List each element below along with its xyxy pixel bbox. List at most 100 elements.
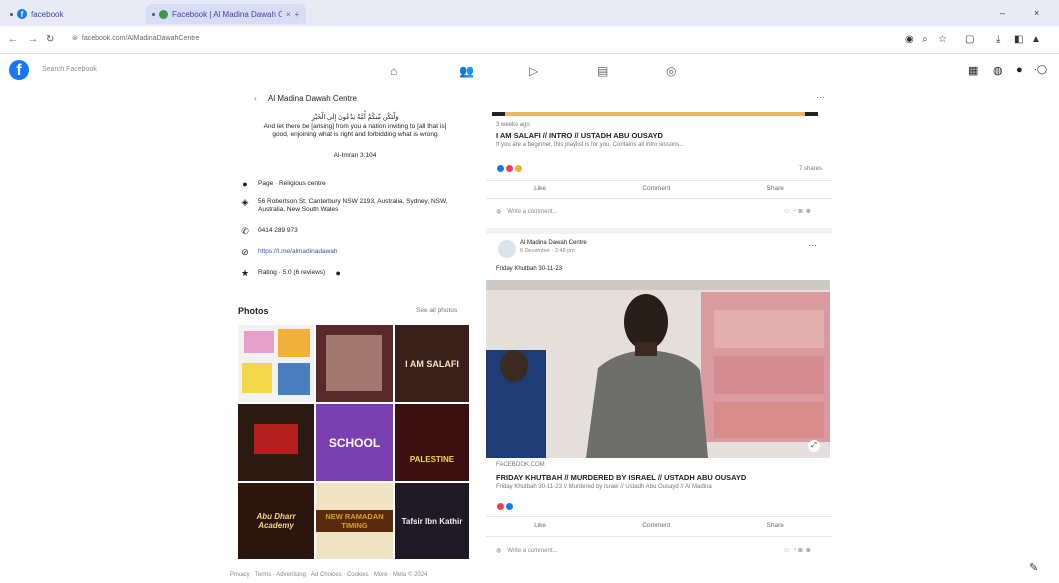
photo-tile[interactable]: NEW RAMADAN TIMING bbox=[316, 483, 393, 559]
comment-placeholder: Write a comment... bbox=[507, 547, 558, 554]
tab-label: Facebook | Al Madina Dawah Centre bbox=[172, 9, 282, 19]
post1-comment-box[interactable]: ◍ Write a comment... bbox=[496, 208, 558, 216]
divider bbox=[486, 198, 832, 199]
new-message-icon[interactable]: ✎ bbox=[1029, 561, 1038, 574]
photo-block bbox=[326, 335, 382, 391]
post2-source: FACEBOOK.COM bbox=[496, 462, 545, 468]
care-reaction-icon bbox=[514, 164, 523, 173]
phone-icon: ✆ bbox=[241, 226, 249, 236]
photo-block bbox=[278, 363, 310, 395]
rating-text: Rating · 5.0 (6 reviews) bbox=[258, 269, 326, 276]
browser-tab-strip: f facebook Facebook | Al Madina Dawah Ce… bbox=[0, 0, 1059, 26]
post2-like-button[interactable]: Like bbox=[534, 522, 546, 529]
post2-share-button[interactable]: Share bbox=[767, 522, 784, 529]
comment-emoji-icons[interactable]: ☺◔◙☻ bbox=[783, 208, 814, 215]
post2-more-icon[interactable]: ··· bbox=[808, 240, 817, 250]
page-avatar[interactable] bbox=[498, 240, 516, 258]
photo-tile[interactable]: SCHOOL bbox=[316, 404, 393, 481]
photo-grid: I AM SALAFI SCHOOL PALESTINE Abu Dharr A… bbox=[238, 325, 469, 559]
facebook-logo-letter: f bbox=[16, 62, 22, 79]
post2-photo[interactable]: ⤢ bbox=[486, 280, 830, 458]
post2-reactions[interactable] bbox=[496, 502, 514, 511]
account-icon[interactable]: ·◯ bbox=[1034, 64, 1047, 75]
facebook-favicon-icon: f bbox=[17, 9, 27, 19]
new-tab-button[interactable]: + bbox=[295, 10, 300, 19]
url-field[interactable]: ⊜ facebook.com/AlMadinaDawahCentre bbox=[72, 34, 200, 43]
photo-tile[interactable]: Tafsir Ibn Kathir bbox=[395, 483, 469, 559]
photo-tile[interactable] bbox=[316, 325, 393, 402]
address-bar-row: ← → ↻ ⊜ facebook.com/AlMadinaDawahCentre… bbox=[0, 26, 1059, 54]
extensions-icon[interactable]: ◧ bbox=[1014, 34, 1023, 45]
info-page-type: ● Page · Religious centre bbox=[240, 179, 325, 189]
minimize-button[interactable]: – bbox=[1000, 8, 1005, 18]
close-window-button[interactable]: × bbox=[1034, 8, 1039, 18]
user-avatar-icon: ◍ bbox=[496, 209, 502, 215]
info-address: ◈ 56 Robertson St, Canterbury NSW 2193, … bbox=[240, 198, 470, 214]
photo-tile[interactable]: PALESTINE bbox=[395, 404, 469, 481]
post1-share-button[interactable]: Share bbox=[767, 185, 784, 192]
link-preview-banner bbox=[492, 112, 818, 116]
post2-comment-box[interactable]: ◍ Write a comment... bbox=[496, 547, 558, 555]
profile-icon[interactable]: ▲ bbox=[1031, 34, 1041, 45]
google-lens-icon[interactable]: ◉ bbox=[905, 34, 914, 45]
photo-tile[interactable]: Abu Dharr Academy bbox=[238, 483, 314, 559]
post1-share-count[interactable]: 7 shares bbox=[799, 166, 822, 172]
url-text: facebook.com/AlMadinaDawahCentre bbox=[81, 34, 200, 42]
post-more-icon[interactable]: ··· bbox=[816, 92, 825, 102]
browser-tab-active[interactable]: Facebook | Al Madina Dawah Centre × + bbox=[146, 4, 306, 24]
location-pin-icon: ◈ bbox=[241, 197, 249, 207]
back-arrow-icon[interactable]: ← bbox=[8, 34, 18, 45]
post1-like-button[interactable]: Like bbox=[534, 185, 546, 192]
marketplace-icon[interactable]: ▤ bbox=[597, 64, 608, 78]
photo-tile[interactable] bbox=[238, 325, 314, 402]
website-link[interactable]: https://t.me/almadinadawah bbox=[258, 248, 338, 256]
info-icon: ● bbox=[242, 179, 248, 189]
page-intro-column: ‹ Al Madina Dawah Centre وَلْتَكُن مِّنك… bbox=[230, 88, 480, 583]
browser-tab-facebook[interactable]: f facebook bbox=[4, 4, 134, 24]
site-info-icon[interactable]: ⊜ bbox=[72, 34, 78, 42]
facebook-search-input[interactable]: Search Facebook bbox=[42, 66, 97, 73]
photo-tile-text: Abu Dharr Academy bbox=[256, 512, 296, 530]
tab-search-icon[interactable]: ▢ bbox=[965, 34, 974, 45]
facebook-logo-icon[interactable]: f bbox=[9, 60, 29, 80]
watch-icon[interactable]: ▷ bbox=[529, 64, 538, 78]
expand-icon[interactable]: ⤢ bbox=[808, 440, 820, 452]
messenger-icon[interactable]: ◍ bbox=[993, 64, 1003, 77]
collapse-chevron-icon[interactable]: ‹ bbox=[254, 94, 257, 103]
tab-label: facebook bbox=[31, 9, 64, 19]
facebook-footer-links[interactable]: Privacy · Terms · Advertising · Ad Choic… bbox=[230, 572, 427, 578]
photo-tile-text: I AM SALAFI bbox=[405, 358, 459, 369]
photo-tile-text: PALESTINE bbox=[409, 455, 455, 464]
zoom-icon[interactable]: ⌕ bbox=[922, 34, 928, 45]
reload-icon[interactable]: ↻ bbox=[46, 34, 54, 45]
home-icon[interactable]: ⌂ bbox=[390, 64, 397, 78]
photos-heading: Photos bbox=[238, 306, 269, 316]
post1-title[interactable]: I AM SALAFI // INTRO // USTADH ABU OUSAY… bbox=[496, 131, 663, 140]
post1-source: 3 weeks ago bbox=[496, 122, 530, 128]
post2-title[interactable]: FRIDAY KHUTBAH // MURDERED BY ISRAEL // … bbox=[496, 473, 746, 482]
post2-timestamp[interactable]: 6 December · 2:48 pm bbox=[520, 248, 575, 254]
photo-tile[interactable] bbox=[238, 404, 314, 481]
post2-page-name[interactable]: Al Madina Dawah Centre bbox=[520, 240, 587, 246]
close-tab-icon[interactable]: × bbox=[286, 10, 291, 19]
menu-grid-icon[interactable]: ▦ bbox=[968, 64, 978, 77]
bookmark-star-icon[interactable]: ☆ bbox=[938, 34, 947, 45]
photo-block bbox=[278, 329, 310, 357]
gaming-icon[interactable]: ◎ bbox=[666, 64, 676, 78]
divider bbox=[486, 180, 832, 181]
post2-comment-button[interactable]: Comment bbox=[642, 522, 670, 529]
download-icon[interactable]: ⤓ bbox=[996, 34, 1000, 45]
main-content: ‹ Al Madina Dawah Centre وَلْتَكُن مِّنك… bbox=[0, 88, 1059, 583]
info-circle-icon[interactable]: ● bbox=[333, 269, 343, 278]
post1-reactions[interactable] bbox=[496, 164, 523, 173]
friends-icon[interactable]: 👥 bbox=[459, 64, 474, 78]
address-text: 56 Robertson St, Canterbury NSW 2193, Au… bbox=[258, 198, 448, 213]
intro-reference: Al-Imran 3:104 bbox=[333, 152, 377, 159]
forward-arrow-icon[interactable]: → bbox=[28, 34, 38, 45]
post1-comment-button[interactable]: Comment bbox=[642, 185, 670, 192]
comment-emoji-icons[interactable]: ☺◔◙☻ bbox=[783, 547, 814, 554]
notifications-bell-icon[interactable]: ● bbox=[1016, 64, 1023, 76]
info-rating: ★ Rating · 5.0 (6 reviews) ● bbox=[240, 269, 343, 278]
photo-tile[interactable]: I AM SALAFI bbox=[395, 325, 469, 402]
see-all-photos-link[interactable]: See all photos bbox=[416, 307, 457, 314]
